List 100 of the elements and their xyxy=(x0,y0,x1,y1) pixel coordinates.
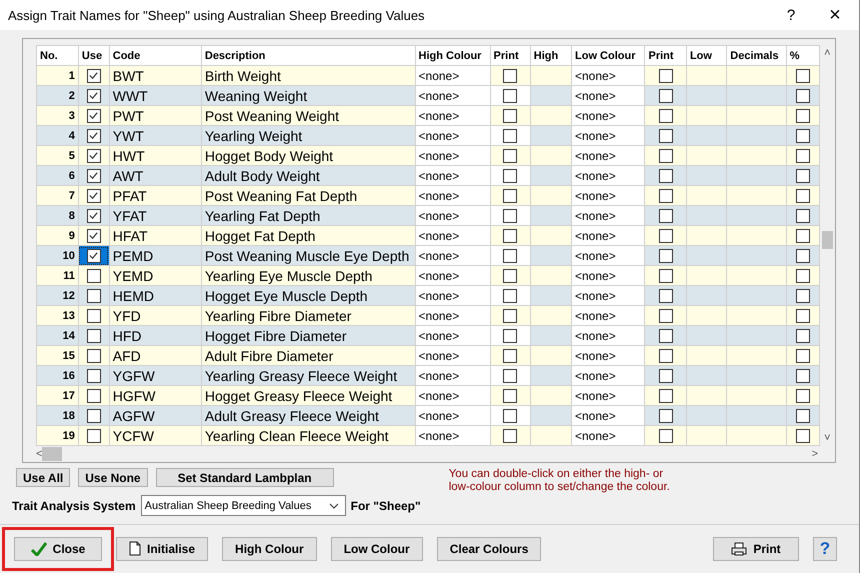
action-button[interactable]: Use All xyxy=(16,468,70,487)
table-cell[interactable] xyxy=(78,266,110,286)
use-checkbox[interactable] xyxy=(86,68,101,83)
scroll-down-arrow[interactable]: ˅ xyxy=(824,430,830,446)
table-cell[interactable] xyxy=(78,166,110,186)
print-checkbox[interactable] xyxy=(503,108,518,123)
percent-checkbox[interactable] xyxy=(796,188,810,203)
use-checkbox[interactable] xyxy=(86,368,101,383)
low-colour-cell[interactable]: <none> xyxy=(572,366,645,386)
high-colour-cell[interactable]: <none> xyxy=(415,286,490,306)
scroll-thumb[interactable] xyxy=(822,231,833,249)
print-checkbox[interactable] xyxy=(503,208,518,223)
close-button[interactable]: × xyxy=(811,0,859,30)
low-colour-cell[interactable]: <none> xyxy=(572,306,645,326)
table-cell[interactable] xyxy=(78,346,110,366)
print-checkbox[interactable] xyxy=(503,348,518,363)
print-button[interactable]: Print xyxy=(713,537,799,561)
print-checkbox[interactable] xyxy=(503,388,518,403)
use-checkbox[interactable] xyxy=(86,268,101,283)
high-colour-cell[interactable]: <none> xyxy=(415,386,490,406)
print-checkbox[interactable] xyxy=(658,428,673,443)
low-colour-cell[interactable]: <none> xyxy=(572,266,645,286)
percent-checkbox[interactable] xyxy=(796,248,810,263)
percent-checkbox[interactable] xyxy=(796,88,810,103)
print-checkbox[interactable] xyxy=(658,388,673,403)
percent-checkbox[interactable] xyxy=(796,408,810,423)
high-colour-cell[interactable]: <none> xyxy=(415,226,490,246)
percent-checkbox[interactable] xyxy=(796,168,810,183)
use-checkbox[interactable] xyxy=(86,128,101,143)
high-colour-cell[interactable]: <none> xyxy=(415,306,490,326)
print-checkbox[interactable] xyxy=(658,328,673,343)
print-checkbox[interactable] xyxy=(658,408,673,423)
table-cell[interactable] xyxy=(78,206,110,226)
use-checkbox[interactable] xyxy=(86,188,101,203)
table-cell[interactable] xyxy=(78,86,110,106)
use-checkbox[interactable] xyxy=(86,328,101,343)
use-checkbox[interactable] xyxy=(86,248,101,263)
scroll-right-arrow[interactable]: > xyxy=(812,446,818,462)
table-cell[interactable] xyxy=(78,106,110,126)
action-button[interactable]: Use None xyxy=(78,468,148,487)
print-checkbox[interactable] xyxy=(658,108,673,123)
high-colour-cell[interactable]: <none> xyxy=(415,86,490,106)
high-colour-cell[interactable]: <none> xyxy=(415,266,490,286)
print-checkbox[interactable] xyxy=(503,268,518,283)
low-colour-cell[interactable]: <none> xyxy=(572,66,645,86)
print-checkbox[interactable] xyxy=(658,68,673,83)
print-checkbox[interactable] xyxy=(658,248,673,263)
horizontal-scrollbar[interactable]: < > xyxy=(36,446,818,462)
print-checkbox[interactable] xyxy=(658,368,673,383)
table-cell[interactable] xyxy=(78,146,110,166)
print-checkbox[interactable] xyxy=(658,88,673,103)
low-colour-cell[interactable]: <none> xyxy=(572,226,645,246)
percent-checkbox[interactable] xyxy=(796,388,810,403)
print-checkbox[interactable] xyxy=(503,88,518,103)
high-colour-cell[interactable]: <none> xyxy=(415,166,490,186)
print-checkbox[interactable] xyxy=(503,408,518,423)
low-colour-cell[interactable]: <none> xyxy=(572,326,645,346)
low-colour-cell[interactable]: <none> xyxy=(572,86,645,106)
help-button[interactable]: ? xyxy=(771,0,811,30)
help-button[interactable]: ? xyxy=(813,537,837,561)
low-colour-cell[interactable]: <none> xyxy=(572,146,645,166)
percent-checkbox[interactable] xyxy=(796,368,810,383)
percent-checkbox[interactable] xyxy=(796,128,810,143)
percent-checkbox[interactable] xyxy=(796,328,810,343)
table-cell[interactable] xyxy=(78,406,110,426)
print-checkbox[interactable] xyxy=(503,368,518,383)
print-checkbox[interactable] xyxy=(503,308,518,323)
low-colour-cell[interactable]: <none> xyxy=(572,346,645,366)
high-colour-cell[interactable]: <none> xyxy=(415,346,490,366)
colour-button[interactable]: Clear Colours xyxy=(436,537,542,561)
table-cell[interactable] xyxy=(78,126,110,146)
print-checkbox[interactable] xyxy=(658,228,673,243)
close-button[interactable]: Close xyxy=(14,537,102,561)
table-cell[interactable] xyxy=(78,246,110,266)
high-colour-cell[interactable]: <none> xyxy=(415,106,490,126)
scroll-thumb[interactable] xyxy=(42,447,62,461)
percent-checkbox[interactable] xyxy=(796,148,810,163)
table-cell[interactable] xyxy=(78,386,110,406)
print-checkbox[interactable] xyxy=(658,268,673,283)
percent-checkbox[interactable] xyxy=(796,348,810,363)
table-cell[interactable] xyxy=(78,306,110,326)
high-colour-cell[interactable]: <none> xyxy=(415,146,490,166)
vertical-scrollbar[interactable]: ˄ ˅ xyxy=(820,45,835,446)
percent-checkbox[interactable] xyxy=(796,108,810,123)
print-checkbox[interactable] xyxy=(503,248,518,263)
high-colour-cell[interactable]: <none> xyxy=(415,326,490,346)
table-cell[interactable] xyxy=(78,366,110,386)
high-colour-cell[interactable]: <none> xyxy=(415,426,490,446)
high-colour-cell[interactable]: <none> xyxy=(415,246,490,266)
print-checkbox[interactable] xyxy=(503,68,518,83)
high-colour-cell[interactable]: <none> xyxy=(415,66,490,86)
print-checkbox[interactable] xyxy=(503,428,518,443)
use-checkbox[interactable] xyxy=(86,308,101,323)
table-cell[interactable] xyxy=(78,326,110,346)
initialise-button[interactable]: Initialise xyxy=(116,536,208,561)
table-cell[interactable] xyxy=(78,186,110,206)
high-colour-cell[interactable]: <none> xyxy=(415,126,490,146)
low-colour-cell[interactable]: <none> xyxy=(572,106,645,126)
use-checkbox[interactable] xyxy=(86,288,101,303)
low-colour-cell[interactable]: <none> xyxy=(572,166,645,186)
